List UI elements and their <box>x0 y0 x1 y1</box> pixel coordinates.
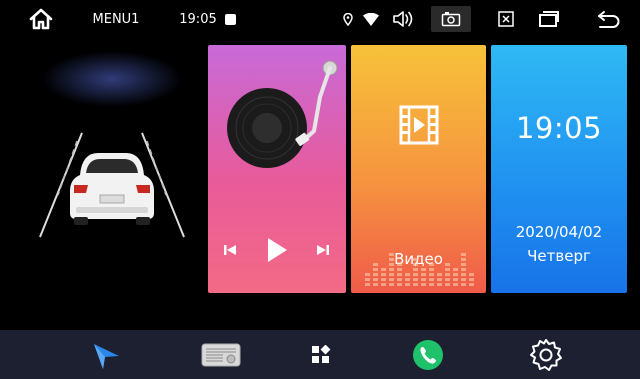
skip-previous-icon <box>224 245 236 255</box>
radio-button[interactable] <box>198 330 244 379</box>
car-icon <box>39 132 185 238</box>
play-icon <box>268 238 287 262</box>
apps-icon <box>312 344 331 363</box>
screenshot-button[interactable] <box>431 6 471 32</box>
close-app-button[interactable] <box>494 0 518 38</box>
home-button[interactable] <box>24 0 58 38</box>
navigation-icon <box>94 343 119 369</box>
music-tile[interactable] <box>208 45 346 293</box>
previous-track-button[interactable] <box>221 241 239 259</box>
radio-icon <box>201 343 241 366</box>
app-dock <box>0 330 640 379</box>
film-icon <box>399 105 439 145</box>
menu-label[interactable]: MENU1 <box>84 0 148 38</box>
wifi-icon <box>361 0 381 38</box>
phone-icon <box>413 339 443 370</box>
settings-icon <box>530 338 562 371</box>
notification-icon <box>222 0 238 38</box>
phone-button[interactable] <box>408 330 448 379</box>
clock-date: 2020/04/02 <box>515 223 603 241</box>
camera-icon <box>441 12 461 27</box>
back-button[interactable] <box>594 0 624 38</box>
volume-button[interactable] <box>390 0 416 38</box>
settings-button[interactable] <box>524 330 568 379</box>
apps-button[interactable] <box>304 330 338 379</box>
recent-apps-button[interactable] <box>536 0 562 38</box>
skip-next-icon <box>317 245 329 255</box>
clock-weekday: Четверг <box>527 247 591 265</box>
clock-tile[interactable]: 19:05 2020/04/02 Четверг <box>491 45 627 293</box>
back-icon <box>598 11 620 28</box>
navigation-button[interactable] <box>84 330 128 379</box>
home-icon <box>29 8 53 30</box>
video-tile[interactable]: Видео <box>351 45 486 293</box>
recent-apps-icon <box>539 11 559 27</box>
clock-time: 19:05 <box>515 111 603 145</box>
play-button[interactable] <box>263 235 291 265</box>
close-box-icon <box>498 11 514 27</box>
status-bar: MENU1 19:05 <box>0 0 640 38</box>
equalizer-icon <box>365 253 474 286</box>
status-time: 19:05 <box>179 11 217 27</box>
next-track-button[interactable] <box>314 241 332 259</box>
location-icon <box>340 0 356 38</box>
car-panel[interactable] <box>22 45 202 293</box>
volume-icon <box>393 11 413 27</box>
